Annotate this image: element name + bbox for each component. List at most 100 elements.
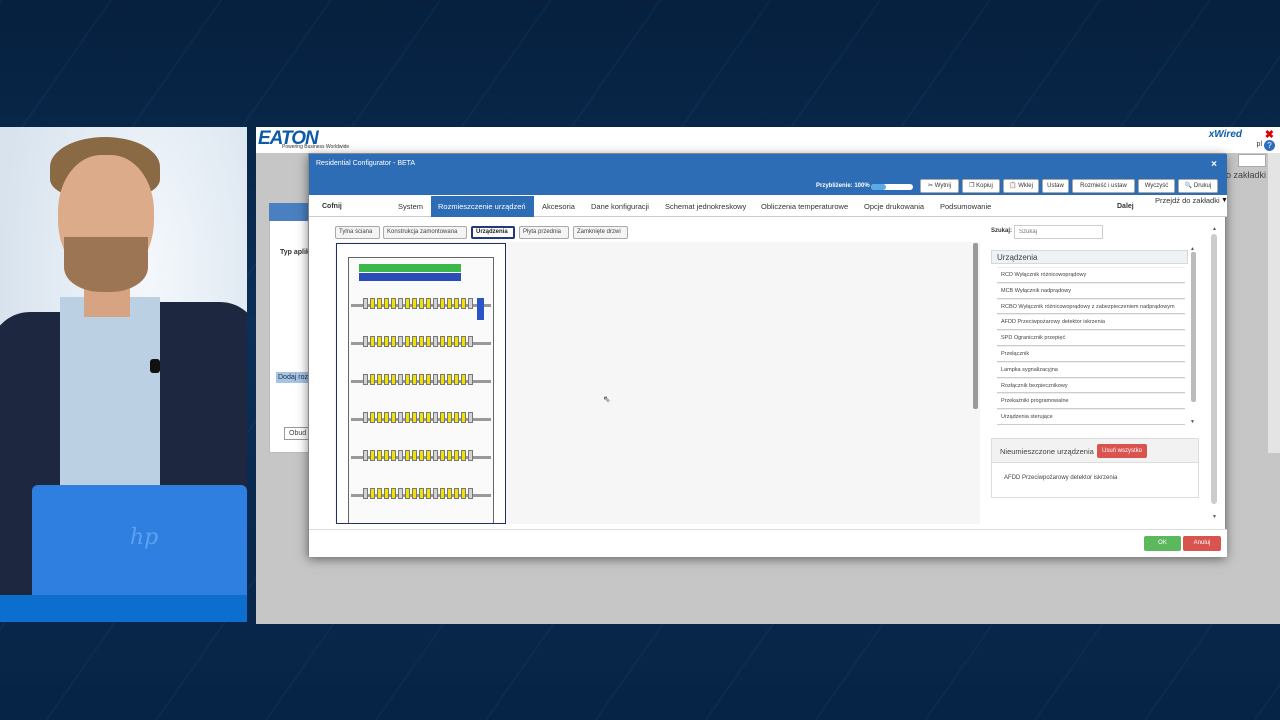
breaker-module-grey [468,488,473,499]
devices-scrollbar[interactable] [1191,252,1196,402]
configurator-dialog: Residential Configurator - BETA × Przybl… [308,153,1228,557]
ok-button[interactable]: OK [1144,536,1181,551]
background-scrollbar[interactable] [1268,153,1280,453]
background-app-type-label: Typ aplik [280,249,310,256]
tab-print-options[interactable]: Opcje drukowania [864,202,924,211]
breaker-module-yellow [440,450,445,461]
print-label: Drukuj [1193,183,1212,189]
breaker-module-yellow [447,488,452,499]
device-category-item[interactable]: MCB Wyłącznik nadprądowy [997,282,1185,299]
desk [0,595,247,622]
next-button[interactable]: Dalej [1117,203,1134,210]
breaker-module-grey [433,412,438,423]
tab-system[interactable]: System [398,202,423,211]
remove-all-button[interactable]: Usuń wszystko [1097,444,1148,458]
close-icon[interactable]: × [1211,159,1217,170]
help-icon[interactable]: ? [1264,140,1275,151]
tab-configuration-data[interactable]: Dane konfiguracji [591,202,649,211]
set-button[interactable]: Ustaw [1042,179,1069,193]
clear-button[interactable]: Wyczyść [1138,179,1175,193]
breaker-module-grey [398,336,403,347]
device-category-item[interactable]: RCD Wyłącznik różnicowoprądowy [997,267,1185,283]
search-input[interactable] [1014,225,1103,239]
device-category-item[interactable]: Urządzenia sterujące [997,409,1185,425]
breaker-module-yellow [412,412,417,423]
device-category-item[interactable]: Przekaźniki programowalne [997,393,1185,410]
subtab-mounted-construction[interactable]: Konstrukcja zamontowana [383,226,467,239]
paste-button[interactable]: 📋 Wklej [1003,179,1039,193]
print-button[interactable]: 🔍 Drukuj [1178,179,1218,193]
breaker-module-yellow [377,412,382,423]
laptop: hp [32,485,247,595]
device-category-item[interactable]: Lampka sygnalizacyjna [997,361,1185,378]
breaker-module-yellow [377,488,382,499]
dialog-title: Residential Configurator - BETA [309,154,1227,178]
breaker-module-yellow [440,298,445,309]
breaker-module-yellow [419,298,424,309]
tab-summary[interactable]: Podsumowanie [940,202,991,211]
unplaced-title: Nieumieszczone urządzenia [1000,447,1094,456]
tab-device-placement[interactable]: Rozmieszczenie urządzeń [431,196,534,217]
breaker-module-yellow [426,488,431,499]
subtab-back-wall[interactable]: Tylna ściana [335,226,380,239]
breaker-module-yellow [405,412,410,423]
arrange-button[interactable]: Rozmieść i ustaw [1072,179,1135,193]
breaker-module-yellow [454,450,459,461]
subtab-front-plate[interactable]: Płyta przednia [519,226,569,239]
breaker-module-yellow [447,374,452,385]
device-side-panel: Szukaj: Urządzenia RCD Wyłącznik różnico… [989,224,1219,524]
app-header: EATON Powering Business Worldwide xWired… [256,127,1280,153]
breaker-module-yellow [419,336,424,347]
caret-down-icon[interactable]: ▼ [1221,197,1228,204]
panel-scrollbar[interactable] [1211,234,1217,504]
device-category-item[interactable]: Rozłącznik bezpiecznikowy [997,377,1185,394]
distribution-board-drawing[interactable] [336,243,506,524]
breaker-module-yellow [461,336,466,347]
cancel-button[interactable]: Anuluj [1183,536,1221,551]
device-category-item[interactable]: RCBO Wyłącznik różnicowoprądowy z zabezp… [997,298,1185,315]
tab-single-line-diagram[interactable]: Schemat jednokreskowy [665,202,746,211]
subtab-closed-door[interactable]: Zamknięte drzwi [573,226,628,239]
breaker-module-yellow [391,450,396,461]
background-add-button[interactable]: Dodaj roz [276,372,310,383]
back-button[interactable]: Cofnij [322,203,342,210]
breaker-module-grey [433,488,438,499]
breaker-module-grey [363,412,368,423]
devices-header: Urządzenia [991,250,1188,264]
breaker-module-grey [363,374,368,385]
language-label[interactable]: pl [1257,141,1262,148]
breaker-module-yellow [447,336,452,347]
tab-temperature-calc[interactable]: Obliczenia temperaturowe [761,202,848,211]
search-label: Szukaj: [991,228,1013,234]
scroll-down-icon[interactable]: ▼ [1212,514,1217,520]
breaker-module-yellow [419,450,424,461]
canvas-scrollbar[interactable] [973,243,978,409]
device-category-item[interactable]: Przełącznik [997,345,1185,362]
copy-button[interactable]: ❐ Kopiuj [962,179,1000,193]
breaker-module-grey [363,488,368,499]
breaker-module-yellow [419,488,424,499]
breaker-module-grey [468,374,473,385]
background-select[interactable] [1238,154,1266,167]
breaker-module-grey [398,298,403,309]
goto-tab-dropdown[interactable]: Przejdź do zakładki [1155,196,1220,205]
unplaced-devices-panel: Nieumieszczone urządzenia Usuń wszystko … [991,438,1199,498]
breaker-module-yellow [419,374,424,385]
breaker-module-yellow [461,412,466,423]
lapel-mic-icon [150,359,160,373]
breaker-module-yellow [454,336,459,347]
device-category-item[interactable]: AFDD Przeciwpożarowy detektor iskrzenia [997,314,1185,331]
cut-button[interactable]: ✂ Wytnij [920,179,959,193]
device-category-item[interactable]: SPD Ogranicznik przepięć [997,330,1185,346]
scroll-down-icon[interactable]: ▼ [1190,419,1195,425]
breaker-module-yellow [454,374,459,385]
breaker-module-grey [363,336,368,347]
scroll-up-icon[interactable]: ▲ [1212,226,1217,232]
subtab-devices[interactable]: Urządzenia [471,226,515,239]
tab-accessories[interactable]: Akcesoria [542,202,575,211]
unplaced-device-item[interactable]: AFDD Przeciwpożarowy detektor iskrzenia [1004,475,1117,481]
terminal-bar-blue [359,273,461,281]
breaker-module-yellow [461,450,466,461]
presenter-video: hp [0,127,247,622]
xwired-logo: xWired [1208,129,1242,140]
